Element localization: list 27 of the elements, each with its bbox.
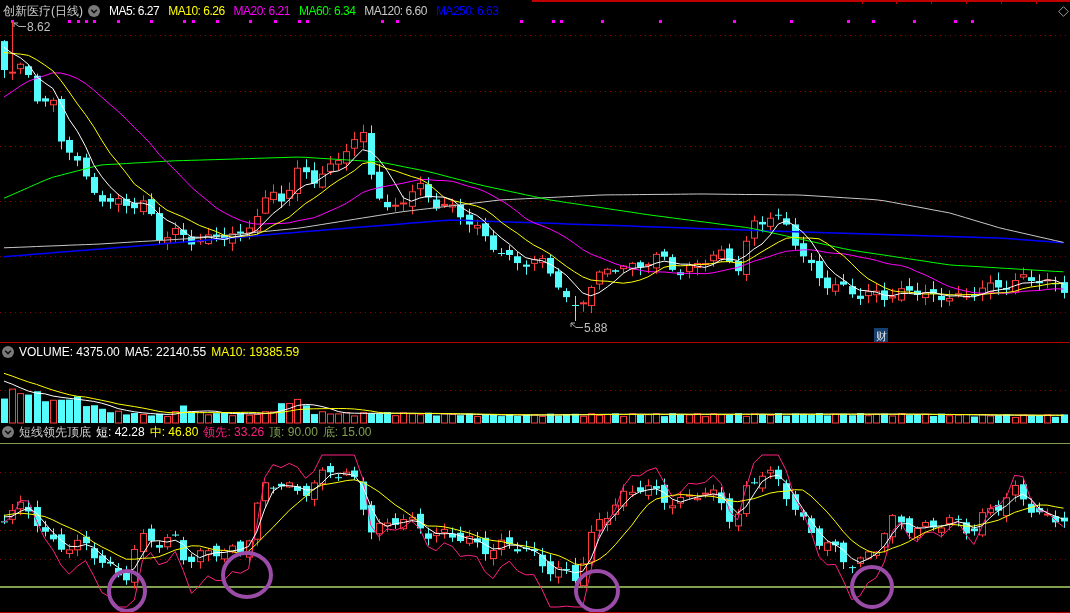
diamond-icon[interactable]	[1058, 5, 1069, 17]
indicator-value: 顶: 90.00	[269, 425, 318, 439]
high-price-pointer	[13, 22, 27, 28]
stock-title: 创新医疗(日线)	[3, 4, 83, 18]
dropdown-icon[interactable]	[2, 346, 14, 358]
indicator-value: MA10: 6.26	[168, 4, 225, 18]
financial-report-badge[interactable]: 财	[874, 328, 888, 342]
indicator-value: VOLUME: 4375.00	[19, 345, 120, 359]
indicator-value: MA5: 22140.55	[124, 345, 207, 359]
indicator-value: 中: 46.80	[149, 425, 199, 439]
indicator-title: 短线领先顶底	[19, 425, 91, 439]
indicator-value: MA20: 6.21	[233, 4, 290, 18]
indicator-value: 短: 42.28	[96, 425, 145, 439]
indicator-value: MA250: 6.63	[435, 4, 499, 18]
dropdown-icon[interactable]	[2, 426, 14, 438]
low-price-pointer	[570, 322, 584, 328]
indicator-value: MA10: 19385.59	[211, 345, 300, 359]
dropdown-icon[interactable]	[88, 5, 100, 17]
indicator-value: 领先: 33.26	[203, 425, 265, 439]
low-price-label: 5.88	[584, 321, 608, 335]
high-price-label: 8.62	[27, 20, 51, 34]
highlight-circle	[850, 565, 894, 609]
highlight-circle	[221, 551, 273, 599]
indicator-value: MA60: 6.34	[298, 4, 356, 18]
indicator-value: MA5: 6.27	[109, 4, 160, 18]
indicator-value: MA120: 6.60	[364, 4, 427, 18]
indicator-value: 底: 15.00	[322, 425, 372, 439]
